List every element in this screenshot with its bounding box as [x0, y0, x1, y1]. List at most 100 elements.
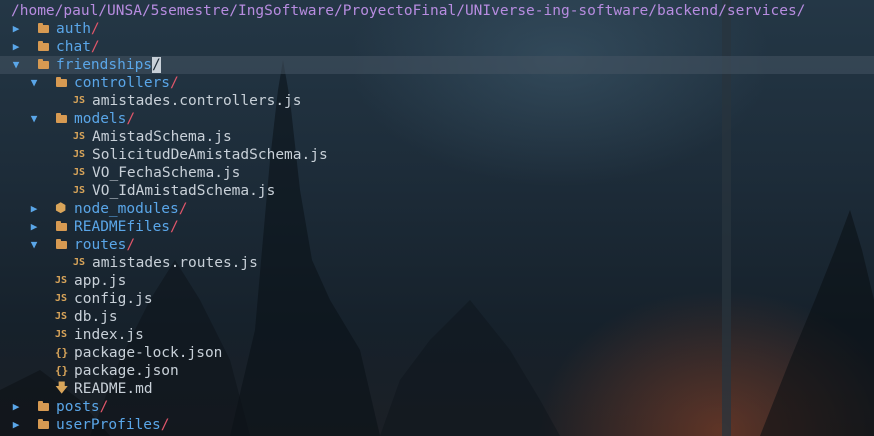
js-icon: JS [73, 131, 86, 142]
tree-dir-row[interactable]: ▼ routes/ [0, 236, 874, 254]
dir-slash: / [160, 417, 170, 433]
collapsed-arrow-icon[interactable]: ▶ [10, 398, 22, 416]
folder-icon [37, 56, 51, 74]
folder-icon [55, 218, 69, 236]
folder-icon [37, 20, 51, 38]
tree-dir-row[interactable]: ▶ ⬢ node_modules/ [0, 200, 874, 218]
entry-label: config.js [74, 291, 153, 307]
dir-name: node_modules/ [74, 200, 188, 218]
js-icon: JS [73, 95, 86, 106]
js-icon: JS [73, 185, 86, 196]
entry-label: README.md [74, 381, 153, 397]
tree-file-row[interactable]: JS amistades.controllers.js [0, 92, 874, 110]
tree-dir-row[interactable]: ▼ friendships/ [0, 56, 874, 74]
collapsed-arrow-icon[interactable]: ▶ [28, 200, 40, 218]
tree-file-row[interactable]: JS index.js [0, 326, 874, 344]
dir-slash: / [126, 111, 136, 127]
js-icon: JS [55, 311, 68, 322]
file-name: index.js [74, 326, 144, 344]
current-path: /home/paul/UNSA/5semestre/IngSoftware/Pr… [11, 3, 806, 19]
tree-dir-row[interactable]: ▶ userProfiles/ [0, 416, 874, 434]
tree-dir-row[interactable]: ▶ READMEfiles/ [0, 218, 874, 236]
entry-label: AmistadSchema.js [92, 129, 232, 145]
tree-dir-row[interactable]: ▶ posts/ [0, 398, 874, 416]
terminal-window: /home/paul/UNSA/5semestre/IngSoftware/Pr… [0, 0, 874, 436]
expanded-arrow-icon[interactable]: ▼ [28, 74, 40, 92]
expanded-arrow-icon[interactable]: ▼ [10, 56, 22, 74]
js-icon: JS [55, 293, 68, 304]
entry-label: READMEfiles [74, 219, 171, 235]
entry-label: VO_FechaSchema.js [92, 165, 241, 181]
markdown-icon: 🡇 [55, 381, 69, 396]
entry-label: VO_IdAmistadSchema.js [92, 183, 276, 199]
dir-name: auth/ [56, 20, 100, 38]
entry-label: routes [74, 237, 127, 253]
tree-file-row[interactable]: {} package.json [0, 362, 874, 380]
dir-slash: / [90, 21, 100, 37]
node-modules-icon: ⬢ [55, 201, 67, 216]
expanded-arrow-icon[interactable]: ▼ [28, 110, 40, 128]
dir-name: userProfiles/ [56, 416, 170, 434]
entry-label: package.json [74, 363, 179, 379]
cursor: / [152, 57, 161, 73]
folder-icon [37, 398, 51, 416]
entry-label: userProfiles [56, 417, 161, 433]
tree-dir-row[interactable]: ▶ chat/ [0, 38, 874, 56]
entry-label: chat [56, 39, 91, 55]
entry-label: SolicitudDeAmistadSchema.js [92, 147, 328, 163]
file-name: amistades.routes.js [92, 254, 258, 272]
js-icon: JS [73, 149, 86, 160]
tree-file-row[interactable]: JS amistades.routes.js [0, 254, 874, 272]
dir-name: controllers/ [74, 74, 179, 92]
collapsed-arrow-icon[interactable]: ▶ [10, 20, 22, 38]
collapsed-arrow-icon[interactable]: ▶ [28, 218, 40, 236]
file-name: README.md [74, 380, 153, 398]
entry-label: amistades.controllers.js [92, 93, 302, 109]
js-icon: JS [73, 167, 86, 178]
tree-dir-row[interactable]: ▼ controllers/ [0, 74, 874, 92]
collapsed-arrow-icon[interactable]: ▶ [10, 38, 22, 56]
file-name: db.js [74, 308, 118, 326]
file-name: app.js [74, 272, 126, 290]
tree-dir-row[interactable]: ▶ auth/ [0, 20, 874, 38]
file-name: config.js [74, 290, 153, 308]
expanded-arrow-icon[interactable]: ▼ [28, 236, 40, 254]
folder-icon [55, 236, 69, 254]
file-name: SolicitudDeAmistadSchema.js [92, 146, 328, 164]
dir-name: models/ [74, 110, 135, 128]
tree-file-row[interactable]: JS VO_FechaSchema.js [0, 164, 874, 182]
dir-slash: / [126, 237, 136, 253]
collapsed-arrow-icon[interactable]: ▶ [10, 416, 22, 434]
entry-label: posts [56, 399, 100, 415]
dir-slash: / [170, 219, 179, 235]
tree-file-row[interactable]: JS SolicitudDeAmistadSchema.js [0, 146, 874, 164]
entry-label: models [74, 111, 127, 127]
tree-file-row[interactable]: JS app.js [0, 272, 874, 290]
dir-name: chat/ [56, 38, 100, 56]
tree-dir-row[interactable]: ▼ models/ [0, 110, 874, 128]
dir-name: friendships/ [56, 56, 161, 74]
file-name: VO_IdAmistadSchema.js [92, 182, 275, 200]
tree-file-row[interactable]: JS db.js [0, 308, 874, 326]
json-icon: {} [55, 346, 69, 359]
tree-file-row[interactable]: {} package-lock.json [0, 344, 874, 362]
tree-file-row[interactable]: JS AmistadSchema.js [0, 128, 874, 146]
tree-file-row[interactable]: JS config.js [0, 290, 874, 308]
dir-slash: / [178, 201, 188, 217]
entry-label: index.js [74, 327, 144, 343]
entry-label: db.js [74, 309, 118, 325]
entry-label: app.js [74, 273, 127, 289]
tree-file-row[interactable]: 🡇 README.md [0, 380, 874, 398]
js-icon: JS [55, 275, 68, 286]
folder-icon [55, 110, 69, 128]
tree-file-row[interactable]: JS VO_IdAmistadSchema.js [0, 182, 874, 200]
js-icon: JS [55, 329, 68, 340]
entry-label: node_modules [74, 201, 179, 217]
entry-label: controllers [74, 75, 171, 91]
folder-icon [37, 38, 51, 56]
js-icon: JS [73, 257, 86, 268]
dir-slash: / [170, 75, 179, 91]
file-name: VO_FechaSchema.js [92, 164, 240, 182]
json-icon: {} [55, 364, 69, 377]
dir-name: routes/ [74, 236, 135, 254]
